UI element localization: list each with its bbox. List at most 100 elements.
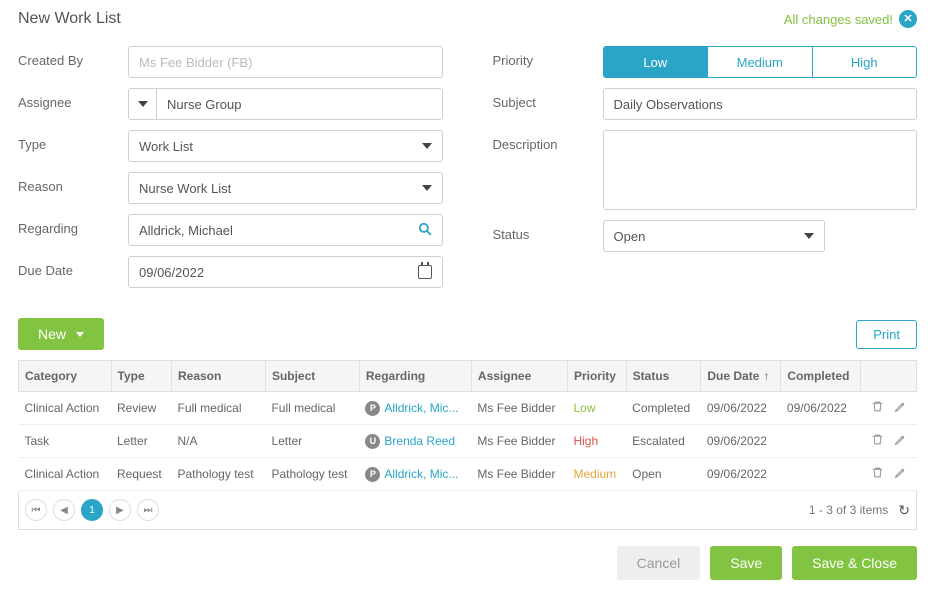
status-value: Open (614, 229, 646, 244)
cell-subject: Letter (265, 425, 359, 458)
th-status[interactable]: Status (626, 361, 701, 392)
close-icon[interactable]: ✕ (899, 10, 917, 28)
assignee-dropdown-button[interactable] (128, 88, 156, 120)
cell-category: Clinical Action (19, 392, 112, 425)
cell-subject: Full medical (265, 392, 359, 425)
th-assignee[interactable]: Assignee (471, 361, 567, 392)
chevron-down-icon (804, 233, 814, 239)
type-value: Work List (139, 139, 193, 154)
cell-due-date: 09/06/2022 (701, 425, 781, 458)
table-row: Clinical ActionReviewFull medicalFull me… (19, 392, 917, 425)
created-by-value: Ms Fee Bidder (FB) (139, 55, 252, 70)
subject-input[interactable]: Daily Observations (603, 88, 918, 120)
edit-icon[interactable] (894, 466, 907, 482)
regarding-label: Regarding (18, 214, 128, 236)
cell-due-date: 09/06/2022 (701, 458, 781, 491)
th-regarding[interactable]: Regarding (359, 361, 471, 392)
page-prev[interactable]: ◀ (53, 499, 75, 521)
page-next[interactable]: ▶ (109, 499, 131, 521)
cell-completed: 09/06/2022 (781, 392, 861, 425)
th-reason[interactable]: Reason (171, 361, 265, 392)
th-priority[interactable]: Priority (567, 361, 626, 392)
delete-icon[interactable] (871, 466, 884, 482)
page-title: New Work List (18, 10, 121, 28)
edit-icon[interactable] (894, 433, 907, 449)
regarding-link[interactable]: PAlldrick, Mic... (365, 401, 465, 416)
cell-status: Completed (626, 392, 701, 425)
priority-low[interactable]: Low (603, 46, 709, 78)
cell-assignee: Ms Fee Bidder (471, 425, 567, 458)
cell-assignee: Ms Fee Bidder (471, 458, 567, 491)
th-type[interactable]: Type (111, 361, 171, 392)
cell-reason: Full medical (171, 392, 265, 425)
saved-status: All changes saved! (784, 12, 893, 27)
cell-category: Clinical Action (19, 458, 112, 491)
reason-label: Reason (18, 172, 128, 194)
search-icon[interactable] (418, 222, 432, 239)
cell-reason: Pathology test (171, 458, 265, 491)
type-label: Type (18, 130, 128, 152)
pager-info: 1 - 3 of 3 items (809, 503, 888, 517)
chevron-down-icon (76, 332, 84, 337)
priority-label: Priority (493, 46, 603, 68)
work-list-table: Category Type Reason Subject Regarding A… (18, 360, 917, 491)
sort-asc-icon: ↑ (763, 369, 769, 383)
new-button[interactable]: New (18, 318, 104, 350)
delete-icon[interactable] (871, 433, 884, 449)
save-close-button[interactable]: Save & Close (792, 546, 917, 580)
priority-high[interactable]: High (813, 46, 918, 78)
new-button-label: New (38, 326, 66, 342)
th-due-date[interactable]: Due Date ↑ (701, 361, 781, 392)
th-due-date-label: Due Date (707, 369, 759, 383)
assignee-value: Nurse Group (167, 97, 241, 112)
page-1[interactable]: 1 (81, 499, 103, 521)
cell-type: Letter (111, 425, 171, 458)
save-button[interactable]: Save (710, 546, 782, 580)
th-subject[interactable]: Subject (265, 361, 359, 392)
priority-group: Low Medium High (603, 46, 918, 78)
due-date-value: 09/06/2022 (139, 265, 204, 280)
created-by-label: Created By (18, 46, 128, 68)
cell-type: Review (111, 392, 171, 425)
cell-category: Task (19, 425, 112, 458)
print-button[interactable]: Print (856, 320, 917, 349)
regarding-link[interactable]: UBrenda Reed (365, 434, 465, 449)
subject-label: Subject (493, 88, 603, 110)
chevron-down-icon (138, 101, 148, 107)
badge-icon: U (365, 434, 380, 449)
assignee-input[interactable]: Nurse Group (156, 88, 443, 120)
cancel-button[interactable]: Cancel (617, 546, 701, 580)
due-date-input[interactable]: 09/06/2022 (128, 256, 443, 288)
cell-status: Open (626, 458, 701, 491)
chevron-down-icon (422, 143, 432, 149)
table-row: Clinical ActionRequestPathology testPath… (19, 458, 917, 491)
calendar-icon[interactable] (418, 265, 432, 279)
page-last[interactable]: ⏭ (137, 499, 159, 521)
th-category[interactable]: Category (19, 361, 112, 392)
cell-assignee: Ms Fee Bidder (471, 392, 567, 425)
created-by-input: Ms Fee Bidder (FB) (128, 46, 443, 78)
cell-completed (781, 458, 861, 491)
reason-value: Nurse Work List (139, 181, 231, 196)
priority-medium[interactable]: Medium (708, 46, 813, 78)
cell-reason: N/A (171, 425, 265, 458)
cell-type: Request (111, 458, 171, 491)
regarding-lookup[interactable]: Alldrick, Michael (128, 214, 443, 246)
cell-status: Escalated (626, 425, 701, 458)
description-textarea[interactable] (603, 130, 918, 210)
reason-select[interactable]: Nurse Work List (128, 172, 443, 204)
edit-icon[interactable] (894, 400, 907, 416)
assignee-label: Assignee (18, 88, 128, 110)
regarding-link[interactable]: PAlldrick, Mic... (365, 467, 465, 482)
chevron-down-icon (422, 185, 432, 191)
status-select[interactable]: Open (603, 220, 825, 252)
page-first[interactable]: ⏮ (25, 499, 47, 521)
refresh-icon[interactable]: ↻ (898, 502, 910, 519)
type-select[interactable]: Work List (128, 130, 443, 162)
delete-icon[interactable] (871, 400, 884, 416)
cell-completed (781, 425, 861, 458)
cell-priority: High (567, 425, 626, 458)
th-completed[interactable]: Completed (781, 361, 861, 392)
cell-due-date: 09/06/2022 (701, 392, 781, 425)
table-row: TaskLetterN/ALetterUBrenda ReedMs Fee Bi… (19, 425, 917, 458)
